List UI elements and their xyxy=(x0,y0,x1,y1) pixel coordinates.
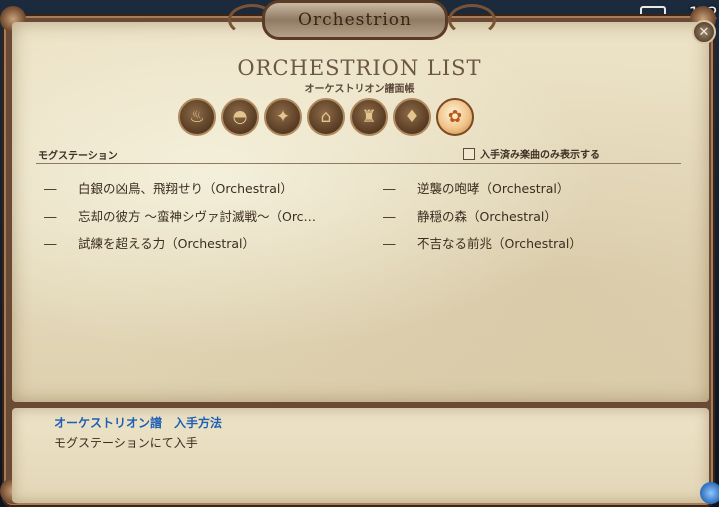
title-scroll-right xyxy=(448,4,496,36)
song-item[interactable]: ― 忘却の彼方 ～蛮神シヴァ討滅戦～（Orc… xyxy=(44,206,316,225)
wings-icon: ✦ xyxy=(275,107,291,127)
song-title: 不吉なる前兆（Orchestral） xyxy=(417,236,582,251)
song-dash: ― xyxy=(44,236,57,251)
owned-only-checkbox[interactable] xyxy=(463,147,475,160)
song-item[interactable]: ― 静穏の森（Orchestral） xyxy=(383,206,557,225)
tab-cave[interactable]: ◓ xyxy=(221,98,259,136)
sack-icon: ♜ xyxy=(361,107,377,127)
song-title: 忘却の彼方 ～蛮神シヴァ討滅戦～（Orc… xyxy=(78,209,317,224)
tab-flame[interactable]: ♨ xyxy=(178,98,216,136)
category-tabs: ♨ ◓ ✦ ⌂ ♜ ♦ ✿ xyxy=(178,98,479,140)
cave-icon: ◓ xyxy=(232,107,248,127)
song-title: 逆襲の咆哮（Orchestral） xyxy=(417,181,570,196)
section-divider xyxy=(36,163,681,164)
song-title: 白銀の凶鳥、飛翔せり（Orchestral） xyxy=(78,181,293,196)
song-item[interactable]: ― 白銀の凶鳥、飛翔せり（Orchestral） xyxy=(44,178,293,197)
moogle-icon: ✿ xyxy=(447,107,463,127)
tab-moogle[interactable]: ✿ xyxy=(436,98,474,136)
tab-arch[interactable]: ⌂ xyxy=(307,98,345,136)
lantern-icon: ♦ xyxy=(404,107,420,127)
song-dash: ― xyxy=(383,236,396,251)
song-dash: ― xyxy=(383,181,396,196)
hud-orb-icon xyxy=(700,482,719,504)
song-item[interactable]: ― 不吉なる前兆（Orchestral） xyxy=(383,233,582,252)
song-dash: ― xyxy=(383,209,396,224)
tab-lantern[interactable]: ♦ xyxy=(393,98,431,136)
flame-icon: ♨ xyxy=(189,107,205,127)
window-banner: Orchestrion xyxy=(262,0,448,40)
window-banner-title: Orchestrion xyxy=(298,10,412,30)
close-button[interactable]: ✕ xyxy=(692,20,716,44)
page-title: ORCHESTRION LIST xyxy=(237,56,482,80)
owned-only-filter[interactable]: 入手済み楽曲のみ表示する xyxy=(463,146,600,161)
close-icon: ✕ xyxy=(698,24,710,40)
song-item[interactable]: ― 試練を超える力（Orchestral） xyxy=(44,233,255,252)
arch-icon: ⌂ xyxy=(320,107,332,127)
owned-only-label: 入手済み楽曲のみ表示する xyxy=(480,150,600,161)
song-dash: ― xyxy=(44,209,57,224)
song-item[interactable]: ― 逆襲の咆哮（Orchestral） xyxy=(383,178,569,197)
tab-sack[interactable]: ♜ xyxy=(350,98,388,136)
page-subtitle: オーケストリオン譜面帳 xyxy=(304,84,415,95)
song-title: 静穏の森（Orchestral） xyxy=(417,209,557,224)
song-title: 試練を超える力（Orchestral） xyxy=(78,236,255,251)
section-label: モグステーション xyxy=(38,151,118,162)
song-dash: ― xyxy=(44,181,57,196)
acquisition-description: モグステーションにて入手 xyxy=(54,436,198,450)
tab-wings[interactable]: ✦ xyxy=(264,98,302,136)
acquisition-title: オーケストリオン譜 入手方法 xyxy=(54,416,223,430)
